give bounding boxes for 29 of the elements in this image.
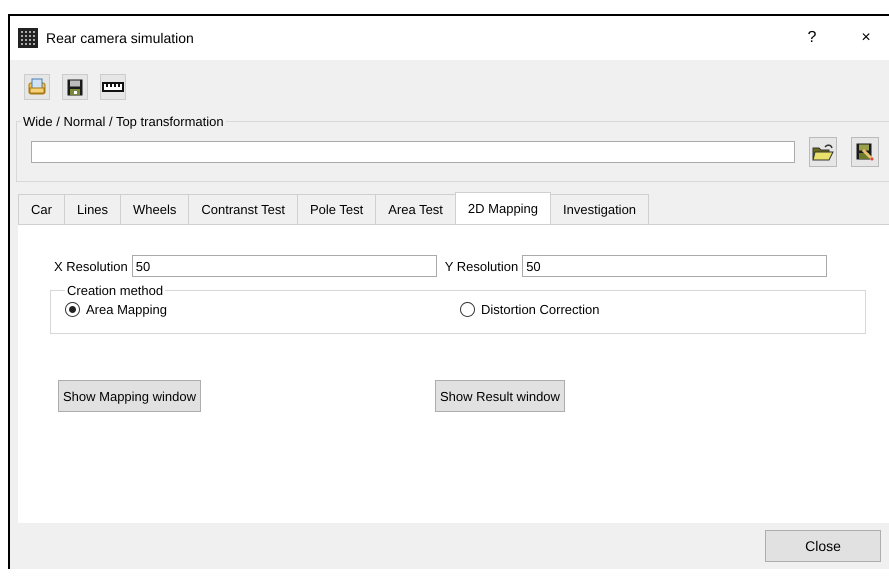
radio-button[interactable]	[460, 302, 475, 317]
field-label: X Resolution	[54, 258, 128, 274]
radio-label[interactable]: Distortion Correction	[481, 302, 600, 317]
show-window-button[interactable]: Show Mapping window	[58, 380, 201, 412]
printer-icon	[27, 77, 47, 97]
x-resolution-field[interactable]: 50	[132, 255, 437, 277]
radio-label[interactable]: Area Mapping	[86, 302, 167, 317]
tab[interactable]: 2D Mapping	[454, 192, 552, 224]
toolbar-button[interactable]	[100, 74, 126, 100]
close-button[interactable]: Close	[765, 530, 881, 562]
close-button[interactable]: ×	[843, 29, 889, 47]
toolbar-button[interactable]	[62, 74, 88, 100]
show-window-button[interactable]: Show Result window	[434, 380, 565, 412]
group-legend: Creation method	[65, 283, 166, 298]
radio-button[interactable]	[65, 302, 80, 317]
grid-app-icon	[18, 28, 38, 48]
tab[interactable]: Investigation	[550, 194, 650, 224]
field-label: Y Resolution	[444, 258, 518, 274]
window-title: Rear camera simulation	[46, 30, 195, 46]
file-button[interactable]	[851, 137, 879, 167]
floppy-pencil-icon	[856, 143, 874, 161]
group-legend: Wide / Normal / Top transformation	[21, 114, 226, 129]
file-button[interactable]	[809, 137, 837, 167]
tab[interactable]: Car	[18, 194, 65, 224]
folder-icon	[812, 143, 834, 161]
ruler-icon	[102, 82, 124, 92]
help-button[interactable]: ?	[789, 29, 835, 47]
y-resolution-field[interactable]: 50	[522, 255, 828, 277]
path-field[interactable]	[31, 141, 795, 163]
